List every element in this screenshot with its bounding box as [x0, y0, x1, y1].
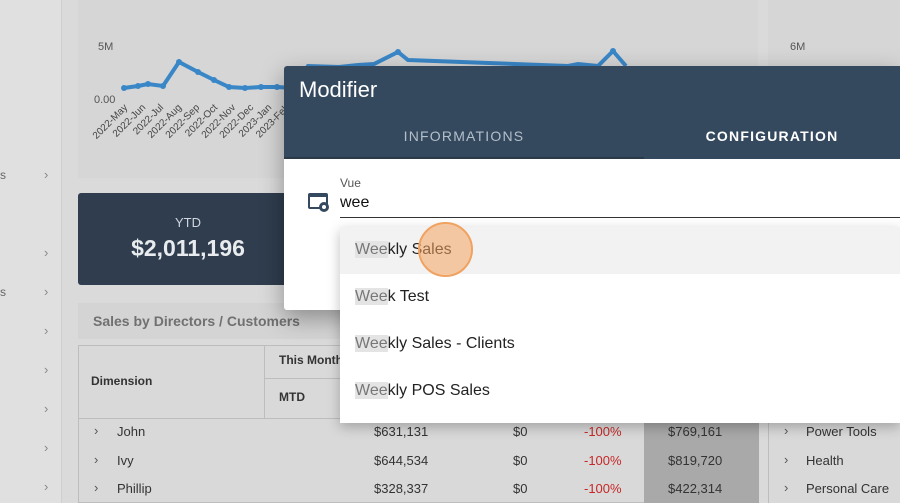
sidebar-item-4[interactable]: ›	[0, 322, 62, 342]
sidebar-item-3[interactable]: s ›	[0, 283, 62, 303]
row-variance: -100%	[584, 424, 622, 439]
sidebar-item-6[interactable]: ›	[0, 400, 62, 420]
dropdown-option[interactable]: Weekly POS Sales	[340, 368, 900, 415]
option-match: Wee	[355, 335, 388, 352]
row-value: $0	[513, 481, 528, 496]
view-settings-icon	[308, 193, 329, 212]
row-variance: -100%	[584, 453, 622, 468]
sidebar-item-label: s	[0, 168, 6, 182]
option-match: Wee	[355, 241, 388, 258]
ytd-value: $2,011,196	[131, 235, 245, 261]
click-indicator	[418, 222, 473, 277]
category-row[interactable]: › Personal Care	[768, 475, 900, 503]
column-header-mtd: MTD	[279, 390, 305, 404]
option-match: Wee	[355, 288, 388, 305]
row-last-year: $769,161	[668, 424, 723, 439]
view-field-label: Vue	[340, 176, 361, 190]
chevron-right-icon: ›	[44, 401, 49, 416]
dropdown-option[interactable]: Weekly Sales - Clients	[340, 321, 900, 368]
sidebar-item-1[interactable]: s ›	[0, 166, 62, 186]
divider	[264, 346, 265, 418]
ytd-label: YTD	[175, 215, 201, 230]
category-name: Health	[806, 453, 844, 468]
row-name: Phillip	[117, 481, 152, 496]
tab-configuration[interactable]: CONFIGURATION	[644, 122, 900, 159]
chevron-right-icon[interactable]: ›	[784, 423, 788, 438]
option-rest: k Test	[387, 288, 430, 305]
category-name: Personal Care	[806, 481, 890, 496]
column-header-this-month: This Month	[279, 353, 343, 367]
row-value: $0	[513, 424, 528, 439]
x-axis-labels: 2022-May 2022-Jun 2022-Jul 2022-Aug 2022…	[91, 102, 293, 142]
option-match: Wee	[355, 382, 388, 399]
table-row[interactable]: › Ivy $644,534 $0 -100% $819,720	[78, 447, 758, 475]
sidebar-item-5[interactable]: ›	[0, 361, 62, 381]
row-last-year: $819,720	[668, 453, 723, 468]
chevron-right-icon: ›	[44, 479, 49, 494]
option-rest: kly Sales - Clients	[387, 335, 515, 352]
dialog-header: Modifier INFORMATIONS CONFIGURATION	[284, 66, 900, 159]
row-value: $0	[513, 453, 528, 468]
chevron-right-icon: ›	[44, 284, 49, 299]
chevron-right-icon[interactable]: ›	[94, 452, 98, 467]
chevron-right-icon[interactable]: ›	[784, 480, 788, 495]
row-variance: -100%	[584, 481, 622, 496]
category-name: Power Tools	[806, 424, 877, 439]
row-mtd: $328,337	[374, 481, 429, 496]
sidebar-item-label: s	[0, 285, 6, 299]
option-rest: kly POS Sales	[387, 382, 490, 399]
chevron-right-icon: ›	[44, 167, 49, 182]
view-search-input[interactable]	[340, 192, 900, 218]
chevron-right-icon: ›	[44, 440, 49, 455]
row-mtd: $644,534	[374, 453, 429, 468]
ytd-card: YTD $2,011,196	[78, 193, 298, 285]
chevron-right-icon[interactable]: ›	[94, 480, 98, 495]
row-mtd: $631,131	[374, 424, 429, 439]
table-row[interactable]: › Phillip $328,337 $0 -100% $422,314	[78, 475, 758, 503]
dropdown-option[interactable]: Week Test	[340, 274, 900, 321]
row-name: Ivy	[117, 453, 134, 468]
chevron-right-icon: ›	[44, 362, 49, 377]
sidebar-item-8[interactable]: ›	[0, 478, 62, 498]
chevron-right-icon: ›	[44, 323, 49, 338]
tab-indicator	[284, 157, 644, 159]
sidebar: s › › s › › › › › ›	[0, 0, 62, 503]
tab-informations[interactable]: INFORMATIONS	[284, 122, 644, 159]
y-axis-zero-label: 0.00	[94, 94, 115, 106]
chevron-right-icon[interactable]: ›	[94, 423, 98, 438]
row-name: John	[117, 424, 146, 439]
y-axis-max-label: 6M	[790, 41, 805, 53]
y-axis-max-label: 5M	[98, 41, 113, 53]
column-header-dimension: Dimension	[91, 374, 153, 388]
sidebar-item-2[interactable]: ›	[0, 244, 62, 264]
row-last-year: $422,314	[668, 481, 723, 496]
chevron-right-icon: ›	[44, 245, 49, 260]
sidebar-item-7[interactable]: ›	[0, 439, 62, 459]
category-row[interactable]: › Health	[768, 447, 900, 475]
chevron-right-icon[interactable]: ›	[784, 452, 788, 467]
dialog-title: Modifier	[299, 77, 378, 102]
